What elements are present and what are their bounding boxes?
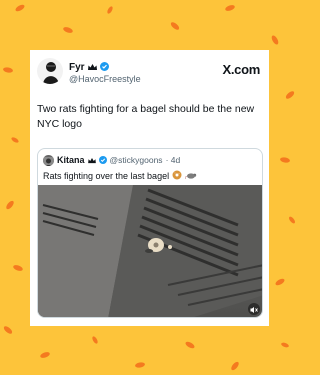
author-avatar[interactable] [37,58,63,84]
bagel-icon [172,170,182,182]
author-name[interactable]: Fyr [69,62,85,73]
quoted-tweet-text-row: Rats fighting over the last bagel [43,170,197,182]
video-player[interactable] [38,185,262,317]
tweet-card: Fyr @HavocFreestyle X.com Two rats fight… [30,50,269,326]
mute-button[interactable] [248,303,260,315]
quoted-author-handle[interactable]: @stickygoons [110,155,163,165]
quoted-tweet-header: Kitana @stickygoons · 4d [43,154,180,166]
verified-check-icon [98,151,107,169]
author-handle[interactable]: @HavocFreestyle [69,74,141,84]
quoted-author-name[interactable]: Kitana [57,155,85,165]
avatar-image [37,58,63,84]
video-frame [38,185,262,317]
quoted-author-avatar[interactable] [43,154,54,166]
rat-icon [185,171,197,182]
speaker-mute-icon [250,307,258,313]
quoted-tweet-time: · 4d [165,155,181,165]
author-block: Fyr @HavocFreestyle [69,61,141,85]
tweet-header: Fyr @HavocFreestyle X.com [37,58,262,86]
tweet-text: Two rats fighting for a bagel should be … [37,103,255,130]
crown-badge-icon [87,151,96,169]
x-logo: X.com [222,62,260,77]
quoted-tweet-text: Rats fighting over the last bagel [43,171,170,181]
quoted-tweet[interactable]: Kitana @stickygoons · 4d Rats fighting o… [37,148,263,318]
